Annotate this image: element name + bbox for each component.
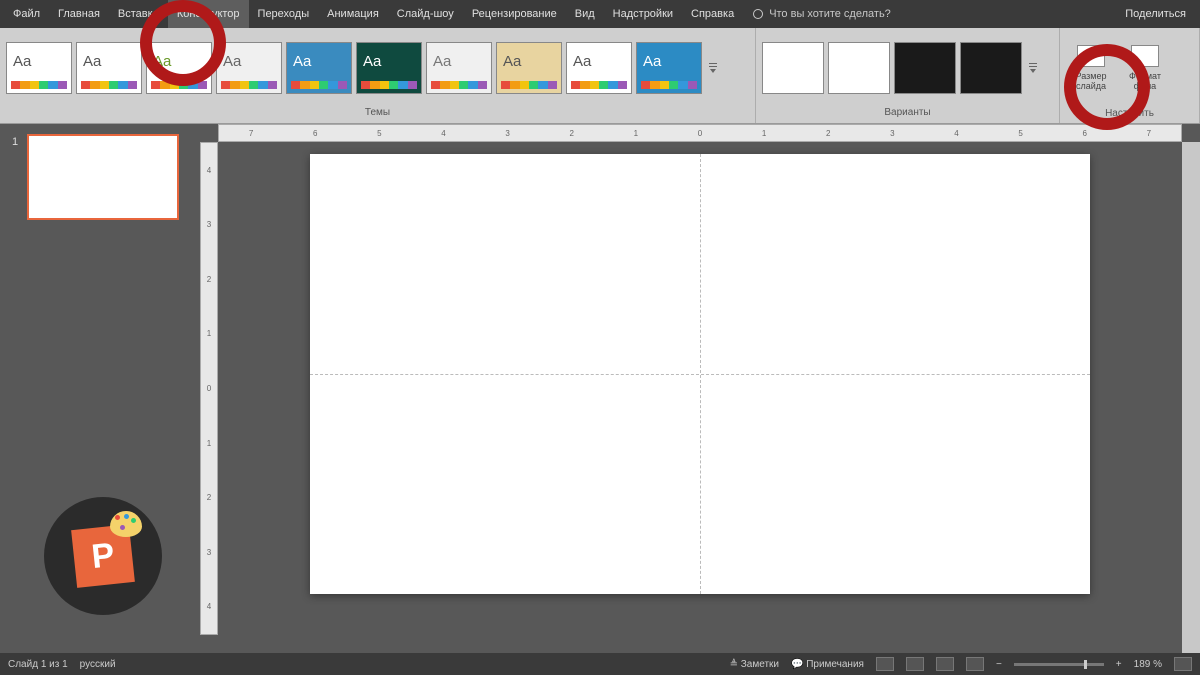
menu-transitions[interactable]: Переходы	[249, 0, 319, 28]
scrollbar-horizontal[interactable]	[218, 635, 1182, 653]
editor-area: 1 765432101234567 432101234	[0, 124, 1200, 653]
theme-thumb-7[interactable]: Aa	[496, 42, 562, 94]
format-background-button[interactable]: Формат фона	[1120, 32, 1170, 104]
ribbon-design: AaAaAaAaAaAaAaAaAaAa Темы Варианты Разме…	[0, 28, 1200, 124]
variants-more-button[interactable]	[1026, 42, 1040, 94]
menu-bar: Файл Главная Вставка Конструктор Переход…	[0, 0, 1200, 28]
ribbon-group-variants: Варианты	[756, 28, 1060, 123]
ribbon-group-settings: Размер слайда Формат фона Настроить	[1060, 28, 1200, 123]
menu-insert[interactable]: Вставка	[109, 0, 168, 28]
view-slideshow-button[interactable]	[966, 657, 984, 671]
fit-to-window-button[interactable]	[1174, 657, 1192, 671]
slide-canvas-area: 765432101234567 432101234	[200, 124, 1200, 653]
bulb-icon	[753, 9, 763, 19]
theme-thumb-9[interactable]: Aa	[636, 42, 702, 94]
variants-group-label: Варианты	[756, 107, 1059, 123]
guide-vertical[interactable]	[700, 154, 701, 594]
powerpoint-artist-logo: P	[44, 497, 162, 615]
themes-more-button[interactable]	[706, 42, 720, 94]
variant-thumb-0[interactable]	[762, 42, 824, 94]
menu-animation[interactable]: Анимация	[318, 0, 388, 28]
zoom-slider[interactable]	[1014, 663, 1104, 666]
menu-home[interactable]: Главная	[49, 0, 109, 28]
scrollbar-vertical[interactable]	[1182, 142, 1200, 653]
menu-review[interactable]: Рецензирование	[463, 0, 566, 28]
variant-thumb-3[interactable]	[960, 42, 1022, 94]
menu-view[interactable]: Вид	[566, 0, 604, 28]
ruler-horizontal: 765432101234567	[218, 124, 1182, 142]
theme-thumb-6[interactable]: Aa	[426, 42, 492, 94]
zoom-out[interactable]: −	[996, 659, 1002, 670]
theme-thumb-8[interactable]: Aa	[566, 42, 632, 94]
status-bar: Слайд 1 из 1 русский ≜ Заметки 💬 Примеча…	[0, 653, 1200, 675]
status-language[interactable]: русский	[80, 659, 116, 670]
tell-me-search[interactable]: Что вы хотите сделать?	[753, 8, 891, 20]
zoom-in[interactable]: +	[1116, 659, 1122, 670]
theme-thumb-3[interactable]: Aa	[216, 42, 282, 94]
notes-button[interactable]: ≜ Заметки	[730, 659, 779, 670]
ruler-vertical: 432101234	[200, 142, 218, 635]
palette-icon	[110, 511, 142, 537]
menu-file[interactable]: Файл	[4, 0, 49, 28]
zoom-level[interactable]: 189 %	[1134, 659, 1162, 670]
slide-size-button[interactable]: Размер слайда	[1066, 32, 1116, 104]
variant-thumb-2[interactable]	[894, 42, 956, 94]
slide-thumbnail-1[interactable]	[27, 134, 179, 220]
menu-addins[interactable]: Надстройки	[604, 0, 682, 28]
comments-button[interactable]: 💬 Примечания	[791, 659, 864, 670]
slide-canvas[interactable]	[310, 154, 1090, 594]
menu-slideshow[interactable]: Слайд-шоу	[388, 0, 463, 28]
view-sorter-button[interactable]	[906, 657, 924, 671]
themes-group-label: Темы	[0, 107, 755, 123]
menu-design[interactable]: Конструктор	[168, 0, 249, 28]
theme-thumb-4[interactable]: Aa	[286, 42, 352, 94]
format-bg-icon	[1131, 45, 1159, 67]
share-button[interactable]: Поделиться	[1115, 8, 1196, 20]
theme-thumb-5[interactable]: Aa	[356, 42, 422, 94]
theme-thumb-0[interactable]: Aa	[6, 42, 72, 94]
status-slide-count: Слайд 1 из 1	[8, 659, 68, 670]
variant-thumb-1[interactable]	[828, 42, 890, 94]
slide-number: 1	[12, 136, 18, 148]
view-reading-button[interactable]	[936, 657, 954, 671]
view-normal-button[interactable]	[876, 657, 894, 671]
ribbon-group-themes: AaAaAaAaAaAaAaAaAaAa Темы	[0, 28, 756, 123]
theme-thumb-2[interactable]: Aa	[146, 42, 212, 94]
theme-thumb-1[interactable]: Aa	[76, 42, 142, 94]
settings-group-label: Настроить	[1060, 108, 1199, 123]
menu-help[interactable]: Справка	[682, 0, 743, 28]
slide-size-icon	[1077, 45, 1105, 67]
